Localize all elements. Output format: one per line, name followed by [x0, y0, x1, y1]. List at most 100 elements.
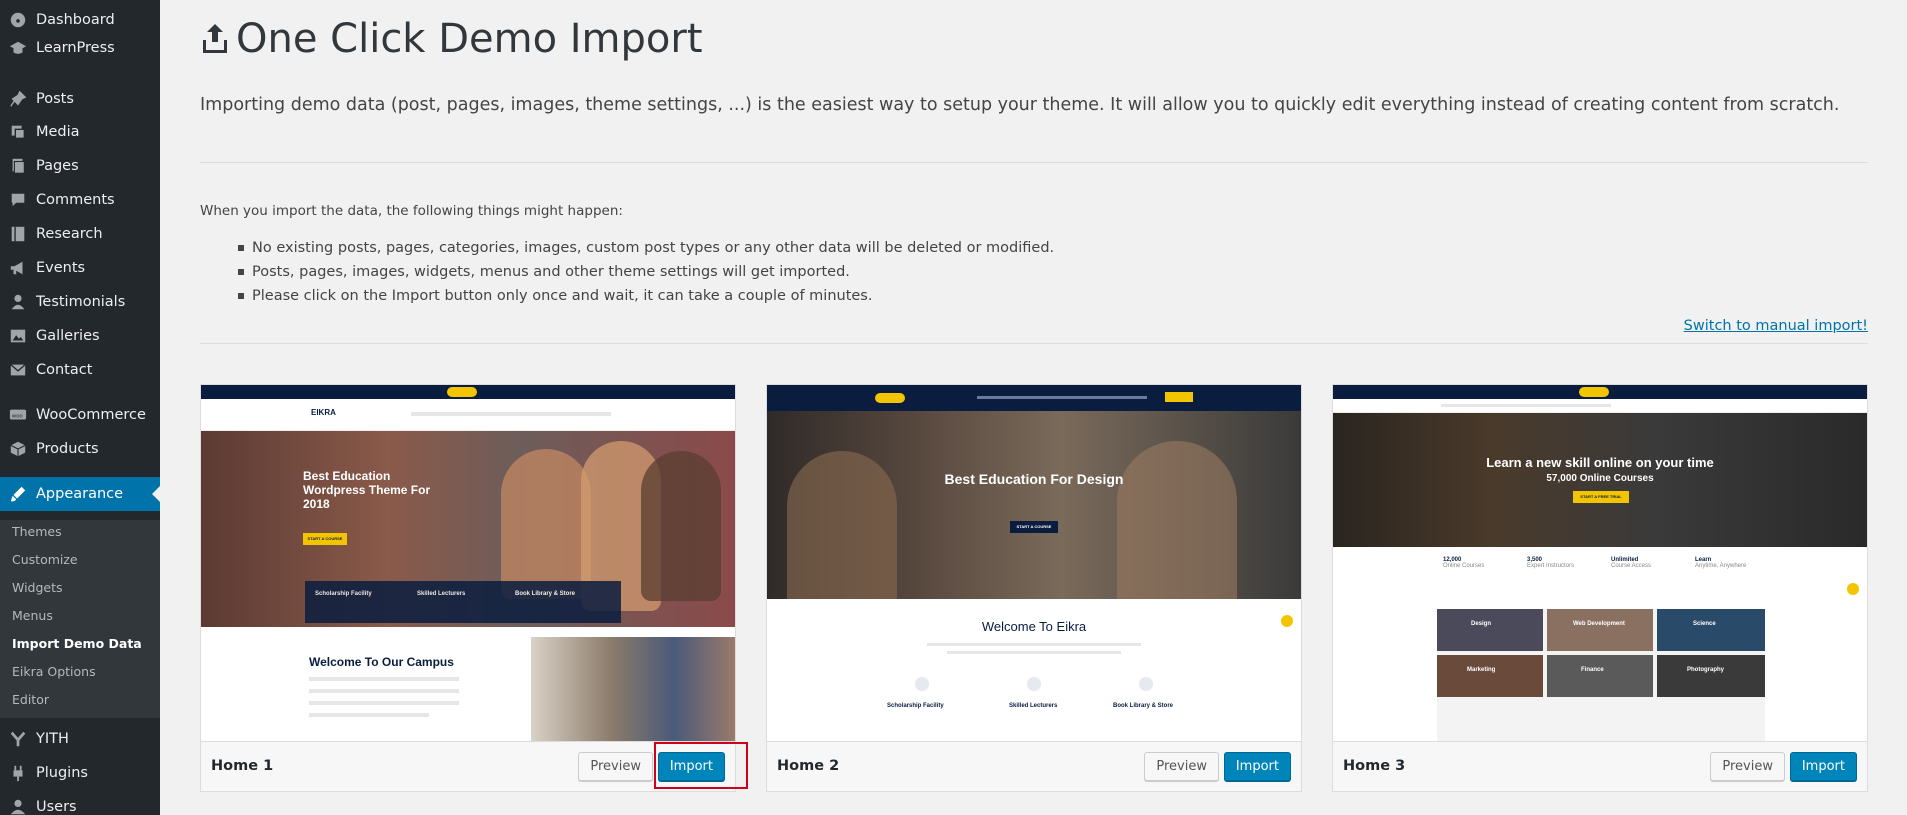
mock-nav — [1333, 399, 1867, 413]
mock-hero-button-text: START A COURSE — [307, 536, 343, 541]
mock-hero: Best Education For Design START A COURSE — [767, 411, 1301, 599]
demo-card-home-2: Best Education For Design START A COURSE… — [766, 384, 1302, 792]
sidebar-item-pages[interactable]: Pages — [0, 149, 160, 183]
submenu-item-editor[interactable]: Editor — [12, 690, 49, 710]
mock-section: 12,000 Online Courses 3,500 Expert Instruc… — [1333, 547, 1867, 741]
mock-hero-button: START A FREE TRIAL — [1573, 491, 1629, 503]
pages-icon — [0, 157, 36, 175]
import-button[interactable]: Import — [1223, 752, 1291, 781]
sidebar-item-label: Pages — [36, 158, 79, 174]
submenu-item-widgets[interactable]: Widgets — [12, 578, 63, 598]
mock-tile: Photography — [1657, 655, 1765, 697]
mock-badge — [1847, 583, 1859, 595]
submenu-item-menus[interactable]: Menus — [12, 606, 53, 626]
mock-feature: Scholarship Facility — [887, 703, 944, 709]
note-text: No existing posts, pages, categories, im… — [252, 240, 1055, 256]
mock-tile: Finance — [1547, 655, 1653, 697]
manual-import-link[interactable]: Switch to manual import! — [1684, 318, 1868, 334]
mock-tile-label: Finance — [1581, 667, 1604, 673]
mock-nav-button — [1165, 392, 1193, 402]
sidebar-item-posts[interactable]: Posts — [0, 82, 160, 116]
divider — [200, 343, 1868, 344]
sidebar-item-yith[interactable]: YITH — [0, 722, 160, 756]
sidebar-item-woocommerce[interactable]: woo WooCommerce — [0, 398, 160, 432]
submenu-item-import-demo-data[interactable]: Import Demo Data — [12, 634, 142, 654]
mock-tile: Design — [1437, 609, 1543, 651]
pin-icon — [0, 90, 36, 108]
mock-nav: EIKRA — [201, 399, 735, 431]
mock-person — [1117, 441, 1237, 599]
sidebar-item-products[interactable]: Products — [0, 432, 160, 466]
mock-menu — [411, 412, 611, 416]
demo-card-home-3: Learn a new skill online on your time 57… — [1332, 384, 1868, 792]
mock-menu — [1441, 404, 1611, 407]
mock-text-line — [309, 713, 429, 717]
svg-text:woo: woo — [12, 413, 23, 419]
mock-students-photo — [531, 637, 735, 741]
submenu-item-themes[interactable]: Themes — [12, 522, 62, 542]
sidebar-item-label: Appearance — [36, 486, 124, 502]
gallery-icon — [0, 327, 36, 345]
graduation-cap-icon — [0, 39, 36, 57]
mock-logo — [1579, 387, 1609, 397]
book-icon — [0, 225, 36, 243]
submenu-item-customize[interactable]: Customize — [12, 550, 78, 570]
sidebar-item-label: Products — [36, 441, 99, 457]
import-button[interactable]: Import — [1789, 752, 1857, 781]
mock-hero-button-text: START A COURSE — [1016, 524, 1052, 529]
sidebar-item-research[interactable]: Research — [0, 217, 160, 251]
mock-tile-label: Design — [1471, 621, 1492, 627]
sidebar-item-label: Research — [36, 226, 103, 242]
brush-icon — [0, 485, 36, 503]
demo-screenshot-home-3: Learn a new skill online on your time 57… — [1333, 385, 1867, 741]
sidebar-item-learnpress[interactable]: LearnPress — [0, 31, 160, 65]
sidebar-item-events[interactable]: Events — [0, 251, 160, 285]
demo-name: Home 3 — [1343, 758, 1406, 774]
mock-feature: Scholarship Facility — [315, 591, 372, 597]
bullet-icon — [238, 245, 244, 251]
admin-sidebar: Dashboard LearnPress Posts Media Pages C… — [0, 0, 160, 815]
mock-topbar — [201, 385, 735, 399]
sidebar-item-users[interactable]: Users — [0, 790, 160, 815]
sidebar-item-label: Users — [36, 799, 77, 815]
mock-logo — [447, 387, 477, 397]
megaphone-icon — [0, 259, 36, 277]
sidebar-item-media[interactable]: Media — [0, 115, 160, 149]
mock-tile: Marketing — [1437, 655, 1543, 697]
mock-tile-label: Web Development — [1573, 621, 1625, 627]
mock-feature-strip: Scholarship Facility Skilled Lecturers B… — [305, 581, 621, 623]
sidebar-item-label: YITH — [36, 731, 69, 747]
preview-button[interactable]: Preview — [1144, 752, 1219, 781]
page-title-text: One Click Demo Import — [236, 16, 703, 62]
mock-feature: Skilled Lecturers — [417, 591, 466, 597]
demo-screenshot-home-1: EIKRA Best Education Wordpress Theme For… — [201, 385, 735, 741]
sidebar-item-testimonials[interactable]: Testimonials — [0, 285, 160, 319]
sidebar-item-appearance[interactable]: Appearance — [0, 477, 160, 511]
mock-hero-title: Best Education For Design — [944, 471, 1124, 487]
sidebar-item-comments[interactable]: Comments — [0, 183, 160, 217]
appearance-submenu: Themes Customize Widgets Menus Import De… — [0, 520, 160, 718]
mock-hero-title: Learn a new skill online on your time — [1486, 455, 1714, 470]
list-item: Posts, pages, images, widgets, menus and… — [238, 260, 1054, 284]
preview-button[interactable]: Preview — [578, 752, 653, 781]
submenu-item-eikra-options[interactable]: Eikra Options — [12, 662, 96, 682]
sidebar-item-label: Events — [36, 260, 86, 276]
note-text: Posts, pages, images, widgets, menus and… — [252, 264, 850, 280]
page-title: One Click Demo Import — [200, 16, 703, 62]
sidebar-item-contact[interactable]: Contact — [0, 353, 160, 387]
demo-name: Home 2 — [777, 758, 840, 774]
mock-feature: Book Library & Store — [1113, 703, 1174, 709]
mock-hero-button-text: START A FREE TRIAL — [1580, 494, 1622, 499]
mock-hero: Learn a new skill online on your time 57… — [1333, 413, 1867, 547]
sidebar-item-plugins[interactable]: Plugins — [0, 756, 160, 790]
mock-text-line — [927, 643, 1141, 646]
preview-button[interactable]: Preview — [1710, 752, 1785, 781]
demo-card-home-1: EIKRA Best Education Wordpress Theme For… — [200, 384, 736, 792]
mock-text-line — [309, 701, 459, 705]
sidebar-item-label: Contact — [36, 362, 93, 378]
sidebar-item-galleries[interactable]: Galleries — [0, 319, 160, 353]
mock-menu — [977, 396, 1147, 399]
lead-text: When you import the data, the following … — [200, 203, 623, 219]
highlight-annotation — [654, 742, 748, 789]
comments-icon — [0, 191, 36, 209]
